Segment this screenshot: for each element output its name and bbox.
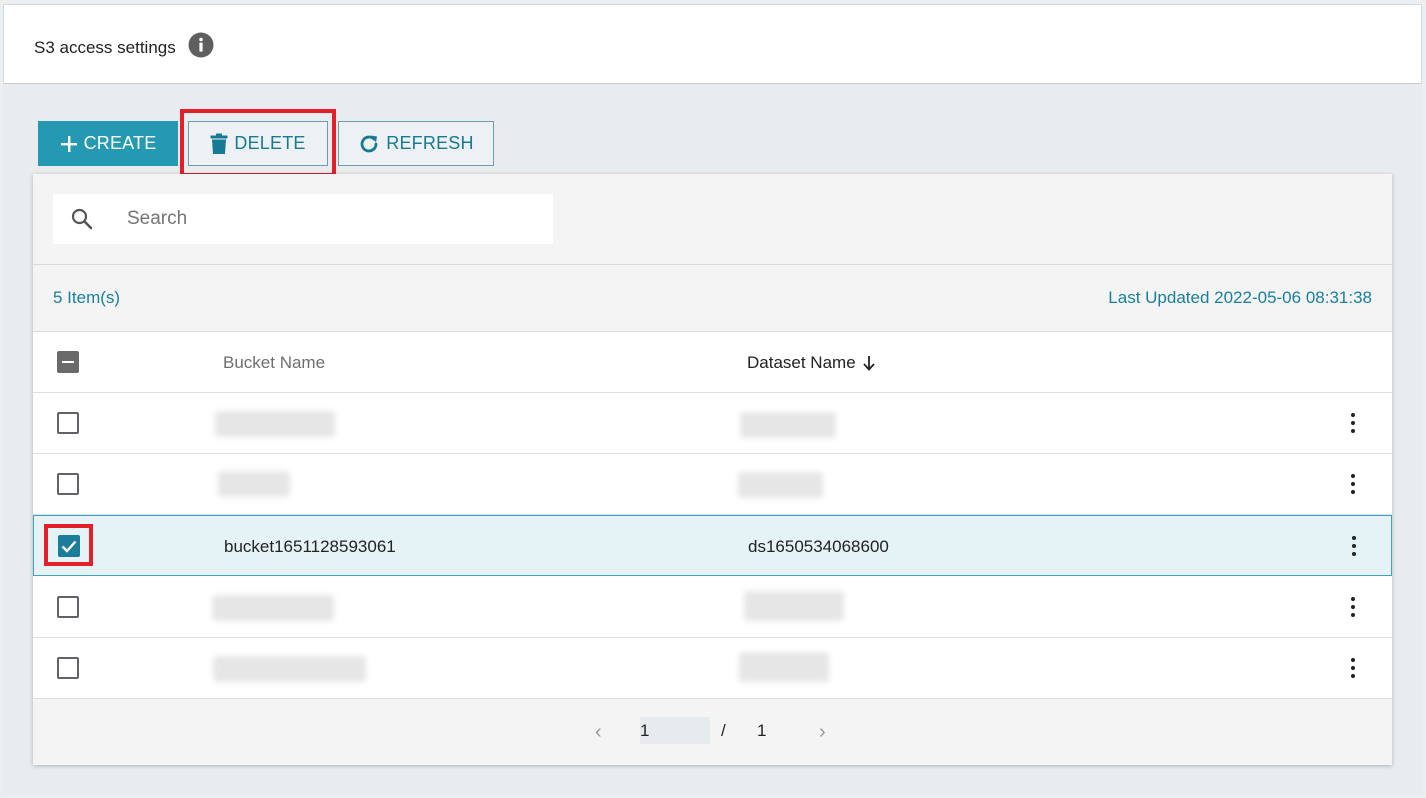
items-count: 5 Item(s): [53, 288, 121, 307]
redacted-bucket-name: [218, 471, 290, 497]
divider: [33, 264, 1392, 265]
row-checkbox[interactable]: [57, 473, 79, 495]
redacted-bucket-name: [212, 595, 334, 621]
page-separator: /: [721, 721, 726, 740]
row-checkbox-checked[interactable]: [58, 535, 80, 557]
arrow-down-icon: [863, 356, 875, 371]
search-input[interactable]: [127, 194, 547, 244]
redacted-dataset-name: [738, 472, 823, 498]
bucket-name-cell: bucket1651128593061: [224, 537, 396, 556]
redacted-dataset-name: [739, 652, 829, 682]
chevron-left-icon[interactable]: ‹: [595, 721, 602, 744]
column-header-dataset-label: Dataset Name: [747, 353, 856, 372]
create-button[interactable]: CREATE: [38, 121, 178, 166]
table-row-selected[interactable]: bucket1651128593061 ds1650534068600: [33, 515, 1392, 576]
redacted-bucket-name: [213, 656, 366, 682]
column-header-bucket-name[interactable]: Bucket Name: [223, 353, 325, 373]
row-menu-icon[interactable]: [1343, 411, 1363, 435]
search-box: [53, 194, 553, 244]
delete-button[interactable]: DELETE: [188, 121, 328, 166]
select-all-checkbox[interactable]: [57, 351, 79, 373]
create-button-label: CREATE: [83, 133, 157, 153]
pagination: ‹ / 1 ›: [33, 700, 1392, 764]
table-row[interactable]: [33, 454, 1392, 515]
page-number-input[interactable]: [640, 717, 710, 744]
table-row[interactable]: [33, 577, 1392, 638]
page-total: 1: [757, 721, 767, 740]
redacted-dataset-name: [740, 412, 836, 438]
last-updated: Last Updated 2022-05-06 08:31:38: [1108, 288, 1372, 307]
table-header-row: Bucket Name Dataset Name: [33, 332, 1392, 393]
search-icon: [71, 208, 93, 230]
row-menu-icon[interactable]: [1343, 656, 1363, 680]
row-checkbox[interactable]: [57, 412, 79, 434]
plus-icon: [60, 135, 77, 152]
checkmark-icon: [61, 540, 77, 553]
dataset-name-cell: ds1650534068600: [748, 537, 889, 556]
row-menu-icon[interactable]: [1343, 595, 1363, 619]
delete-button-label: DELETE: [234, 133, 306, 153]
page-header: S3 access settings: [3, 4, 1422, 84]
buckets-table: Bucket Name Dataset Name bucket165112859: [33, 331, 1392, 699]
row-checkbox[interactable]: [57, 657, 79, 679]
info-icon[interactable]: [188, 32, 214, 58]
redacted-bucket-name: [215, 411, 335, 437]
row-menu-icon[interactable]: [1344, 534, 1364, 558]
table-row[interactable]: [33, 638, 1392, 699]
row-menu-icon[interactable]: [1343, 472, 1363, 496]
table-row[interactable]: [33, 393, 1392, 454]
trash-icon: [210, 133, 228, 154]
redacted-dataset-name: [744, 591, 844, 621]
refresh-button[interactable]: REFRESH: [338, 121, 494, 166]
row-checkbox[interactable]: [57, 596, 79, 618]
chevron-right-icon[interactable]: ›: [819, 721, 826, 744]
refresh-icon: [360, 135, 378, 152]
page-title: S3 access settings: [34, 38, 176, 57]
column-header-dataset-name[interactable]: Dataset Name: [747, 353, 876, 373]
refresh-button-label: REFRESH: [386, 133, 474, 153]
